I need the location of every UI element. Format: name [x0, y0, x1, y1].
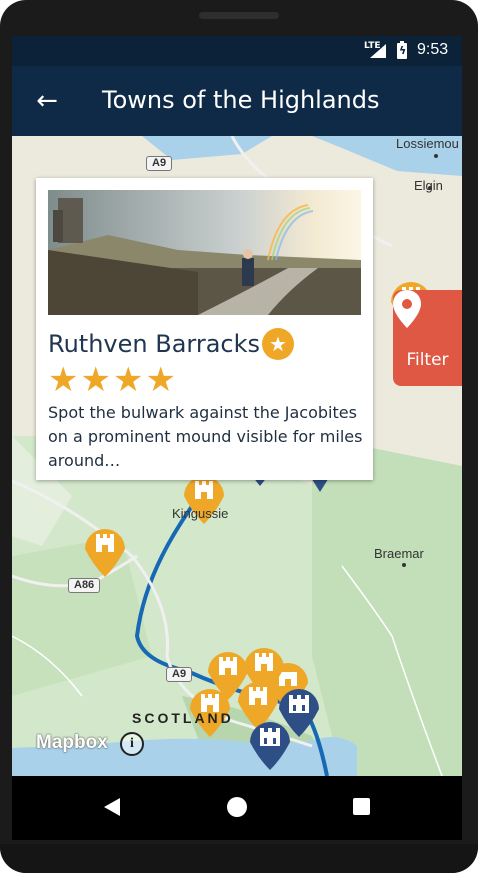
- road-tag-a9-north: A9: [146, 156, 173, 171]
- rating-star-icon: ★: [145, 360, 176, 400]
- place-description: Spot the bulwark against the Jacobites o…: [48, 403, 363, 470]
- arrow-back-icon[interactable]: ←: [32, 86, 62, 116]
- status-bar: LTE ϟ 9:53: [12, 36, 462, 66]
- map-label-scotland: SCOTLAND: [132, 710, 234, 726]
- mapbox-logo[interactable]: Mapbox: [36, 732, 108, 754]
- nav-back-icon[interactable]: [104, 798, 120, 816]
- system-nav-bar: [12, 776, 462, 840]
- place-title: Ruthven Barracks: [48, 330, 261, 358]
- battery-icon: ϟ: [397, 41, 407, 59]
- place-photo: [48, 190, 361, 315]
- road-tag-a86: A86: [68, 578, 101, 593]
- nav-home-icon[interactable]: [227, 797, 247, 817]
- info-icon[interactable]: i: [120, 732, 144, 756]
- map-label-lossiemouth: Lossiemou: [396, 136, 459, 151]
- clock: 9:53: [417, 41, 449, 58]
- star-badge-icon: ★: [262, 328, 294, 360]
- nav-recents-icon[interactable]: [353, 798, 370, 815]
- phone-frame: LTE ϟ 9:53 ← Towns of the Highlands Loss…: [0, 0, 478, 873]
- map-label-braemar: Braemar: [374, 546, 424, 561]
- device-chin: [0, 844, 478, 873]
- rating-star-icon: ★: [112, 360, 144, 400]
- map-label-kingussie: Kingussie: [172, 506, 229, 521]
- filter-button[interactable]: Filter: [393, 290, 462, 386]
- map-label-elgin: Elgin: [414, 178, 443, 193]
- rating-star-icon: ★: [48, 360, 79, 400]
- place-card[interactable]: Ruthven Barracks ★ ★★★★ Spot the bulwark…: [36, 178, 373, 480]
- road-tag-a9-south: A9: [166, 667, 193, 682]
- signal-icon: [370, 44, 386, 58]
- screen: LTE ϟ 9:53 ← Towns of the Highlands Loss…: [12, 36, 462, 840]
- rating-star-icon: ★: [80, 360, 111, 400]
- page-title: Towns of the Highlands: [102, 86, 380, 114]
- app-bar: ← Towns of the Highlands: [12, 66, 462, 136]
- filter-label: Filter: [406, 350, 449, 370]
- speaker-grille: [199, 12, 279, 19]
- location-pin-icon: [393, 290, 421, 328]
- map-view[interactable]: Lossiemou Elgin Kingussie Braemar A9 A86…: [12, 136, 462, 776]
- star-rating: ★★★★: [48, 362, 178, 398]
